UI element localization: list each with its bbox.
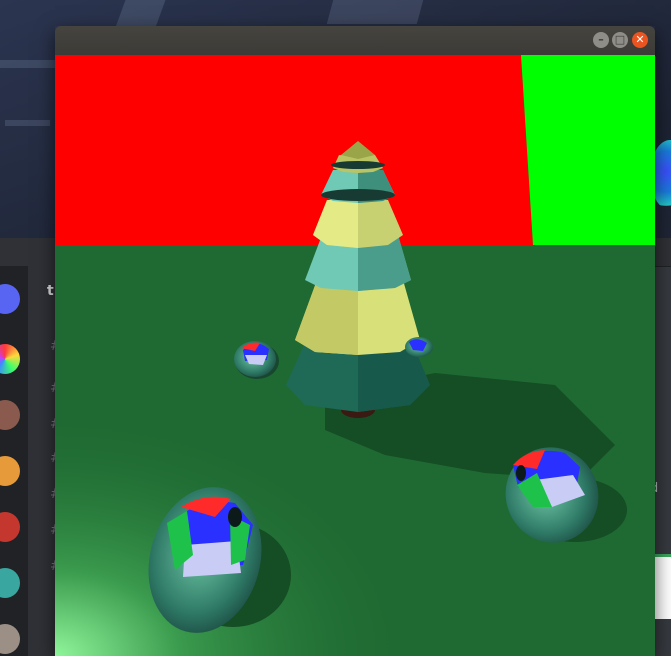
- server-icon[interactable]: [0, 624, 20, 654]
- home-icon[interactable]: [0, 284, 20, 314]
- server-rail[interactable]: [0, 266, 28, 656]
- minimize-button[interactable]: –: [593, 32, 609, 48]
- desktop-background: # # # # # # # t d – □ ✕: [0, 0, 671, 656]
- mirror-sphere-small-right: [405, 337, 433, 357]
- server-icon[interactable]: [0, 400, 20, 430]
- right-panel-fragment: [655, 554, 671, 619]
- render-viewport[interactable]: [55, 55, 655, 656]
- maximize-button[interactable]: □: [612, 32, 628, 48]
- green-wall: [521, 55, 655, 245]
- close-button[interactable]: ✕: [632, 32, 648, 48]
- server-icon[interactable]: [0, 512, 20, 542]
- rendered-scene: [55, 55, 655, 656]
- window-titlebar[interactable]: – □ ✕: [55, 26, 655, 55]
- server-icon[interactable]: [0, 456, 20, 486]
- server-icon[interactable]: [0, 568, 20, 598]
- red-wall: [55, 55, 533, 245]
- server-icon[interactable]: [0, 344, 20, 374]
- channel-name-fragment: t: [47, 283, 54, 299]
- render-window[interactable]: – □ ✕: [55, 26, 655, 656]
